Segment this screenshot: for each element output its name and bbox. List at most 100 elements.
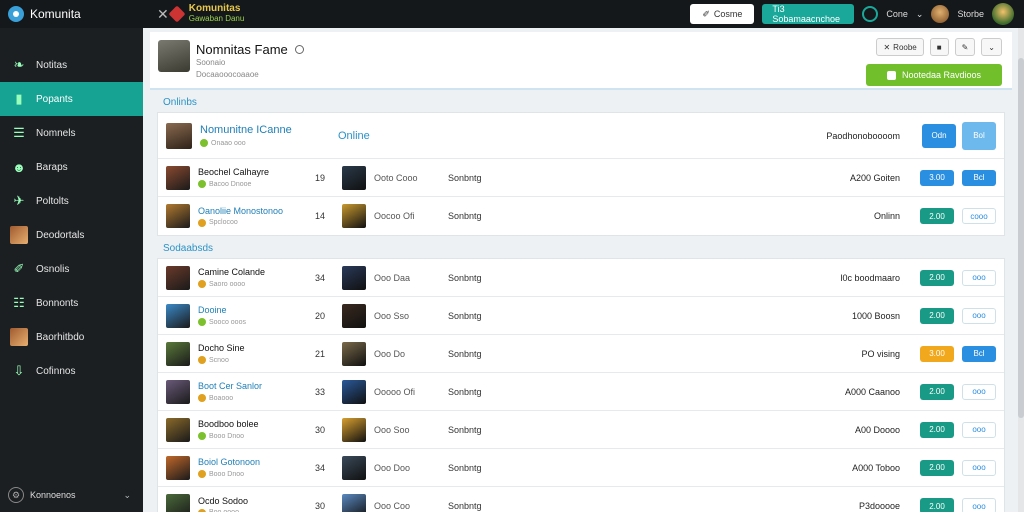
role-badge[interactable]: 2.00 [920,383,954,400]
role-badge[interactable]: 2.00 [920,421,954,438]
chevron-down-icon[interactable]: ⌄ [916,9,924,20]
sidebar-item-6[interactable]: ✐ Osnolis [0,252,143,286]
sidebar-footer[interactable]: ⚙ Konnoenos ⌄ [0,484,143,506]
sidebar-item-label: Notitas [36,59,68,71]
game-thumbnail [342,341,366,366]
role-badge[interactable]: 2.00 [920,459,954,476]
member-name[interactable]: Boiol Gotonoon [198,457,306,467]
sidebar-item-5[interactable]: Deodortals [0,218,143,252]
member-name[interactable]: Ocdo Sodoo [198,496,306,506]
page-subtitle-2: Docaaooocoaaoe [196,70,259,79]
role-badge[interactable]: 3.00 [920,169,954,186]
invite-button[interactable]: Nootedaa Ravdioos [866,64,1002,86]
lock-button[interactable]: ■ [929,38,949,56]
member-name[interactable]: Camine Colande [198,267,306,277]
members-panel: Camine Colande Saoro oooo 34 Ooo Daa Son… [157,258,1005,512]
row-action-button[interactable]: ooo [962,498,996,512]
status-icon [198,356,206,364]
status-icon [198,394,206,402]
table-row[interactable]: Beochel Calhayre Bacoo Dnooe 19 Ooto Coo… [158,159,1004,197]
profile-avatar[interactable] [992,3,1014,25]
status-icon [198,508,206,512]
close-icon[interactable]: ✕ [157,6,169,23]
sidebar-item-8[interactable]: Baorhitbdo [0,320,143,354]
game-mode: Sonbntg [448,272,482,283]
member-name[interactable]: Boot Cer Sanlor [198,381,306,391]
game-stat: Ooo Do [374,348,406,359]
profile-label[interactable]: Storbe [957,9,984,19]
role-badge[interactable]: 2.00 [920,269,954,286]
scrollbar[interactable] [1018,28,1024,512]
row-action-button[interactable]: Bol [962,121,996,150]
page-header: Nomnitas Fame Soonaio Docaaooocoaaoe ✕ R… [150,32,1012,90]
sidebar-item-2[interactable]: ☰ Nomnels [0,116,143,150]
member-name[interactable]: Nomunitne ICanne [200,124,308,136]
status-icon [198,180,206,188]
online-status: Online [338,129,370,142]
row-action-button[interactable]: Bcl [962,169,996,186]
top-center[interactable]: ✕ Komunitas Gawaban Danu [157,4,244,24]
avatar [166,494,190,512]
table-row[interactable]: Boot Cer Sanlor Boaooo 33 Ooooo Ofi Sonb… [158,373,1004,411]
role-badge[interactable]: 2.00 [920,307,954,324]
avatar [166,165,190,190]
primary-button[interactable]: Ti3 Sobamaacnchoe [762,4,855,24]
row-action-button[interactable]: ooo [962,383,996,400]
sidebar-item-9[interactable]: ⇩ Cofinnos [0,354,143,388]
section-label-online: Onlinbs [163,97,197,108]
download-icon: ⇩ [13,363,25,378]
sidebar-item-0[interactable]: ❧ Notitas [0,48,143,82]
game-mode: Sonbntg [448,172,482,183]
brand[interactable]: Komunita [0,0,143,28]
row-action-button[interactable]: cooo [962,208,996,224]
role-badge[interactable]: 2.00 [920,498,954,512]
row-info: l0c boodmaaro [840,272,900,283]
table-row[interactable]: Boodboo bolee Booo Dnoo 30 Ooo Soo Sonbn… [158,411,1004,449]
game-mode: Sonbntg [448,462,482,473]
row-info: Paodhonoboooom [826,130,900,141]
header-action-button[interactable]: ✕ Roobe [876,38,924,56]
sidebar-item-1[interactable]: ▮ Popants [0,82,143,116]
sidebar-item-4[interactable]: ✈ Poltolts [0,184,143,218]
sidebar-item-3[interactable]: ☻ Baraps [0,150,143,184]
table-row[interactable]: Docho Sine Scnoo 21 Ooo Do Sonbntg PO vi… [158,335,1004,373]
status-ring-icon[interactable] [862,6,879,22]
game-mode: Sonbntg [448,211,482,221]
role-badge[interactable]: 2.00 [920,208,954,224]
role-badge[interactable]: 3.00 [920,345,954,362]
member-name[interactable]: Docho Sine [198,343,306,353]
create-button[interactable]: ✐ Cosme [690,4,755,24]
more-button[interactable]: ⌄ [981,38,1002,56]
featured-row[interactable]: Nomunitne ICanne Onaao ooo Online Paodho… [158,113,1004,159]
sidebar-item-label: Poltolts [36,195,69,207]
avatar [166,379,190,404]
status-icon [198,432,206,440]
edit-button[interactable]: ✎ [954,38,976,56]
member-name[interactable]: Boodboo bolee [198,419,306,429]
member-sub: Booo Dnoo [209,470,245,478]
row-action-button[interactable]: ooo [962,269,996,286]
row-action-button[interactable]: ooo [962,421,996,438]
table-row[interactable]: Dooine Sooco ooos 20 Ooo Sso Sonbntg 100… [158,297,1004,335]
member-name[interactable]: Beochel Calhayre [198,167,306,177]
user-menu-label[interactable]: Cone [886,9,908,19]
row-action-button[interactable]: Bcl [962,345,996,362]
member-name[interactable]: Oanoliie Monostonoo [198,206,306,216]
sidebar-item-7[interactable]: ☷ Bonnonts [0,286,143,320]
status-icon [200,139,208,147]
table-row[interactable]: Oanoliie Monostonoo Spclocoo 14 Oocoo Of… [158,197,1004,235]
row-action-button[interactable]: ooo [962,459,996,476]
table-row[interactable]: Camine Colande Saoro oooo 34 Ooo Daa Son… [158,259,1004,297]
member-count: 30 [314,501,325,511]
sidebar-item-label: Baraps [36,161,68,173]
table-row[interactable]: Boiol Gotonoon Booo Dnoo 34 Ooo Doo Sonb… [158,449,1004,487]
row-action-button[interactable]: ooo [962,307,996,324]
table-row[interactable]: Ocdo Sodoo Boo oooo 30 Ooo Coo Sonbntg P… [158,487,1004,512]
member-sub: Boaooo [209,394,234,402]
role-badge[interactable]: Odn [922,123,956,148]
sidebar-item-label: Bonnonts [36,297,79,309]
scrollbar-thumb[interactable] [1018,58,1024,418]
member-name[interactable]: Dooine [198,305,306,315]
sidebar-item-label: Deodortals [36,229,85,241]
avatar[interactable] [931,5,950,23]
